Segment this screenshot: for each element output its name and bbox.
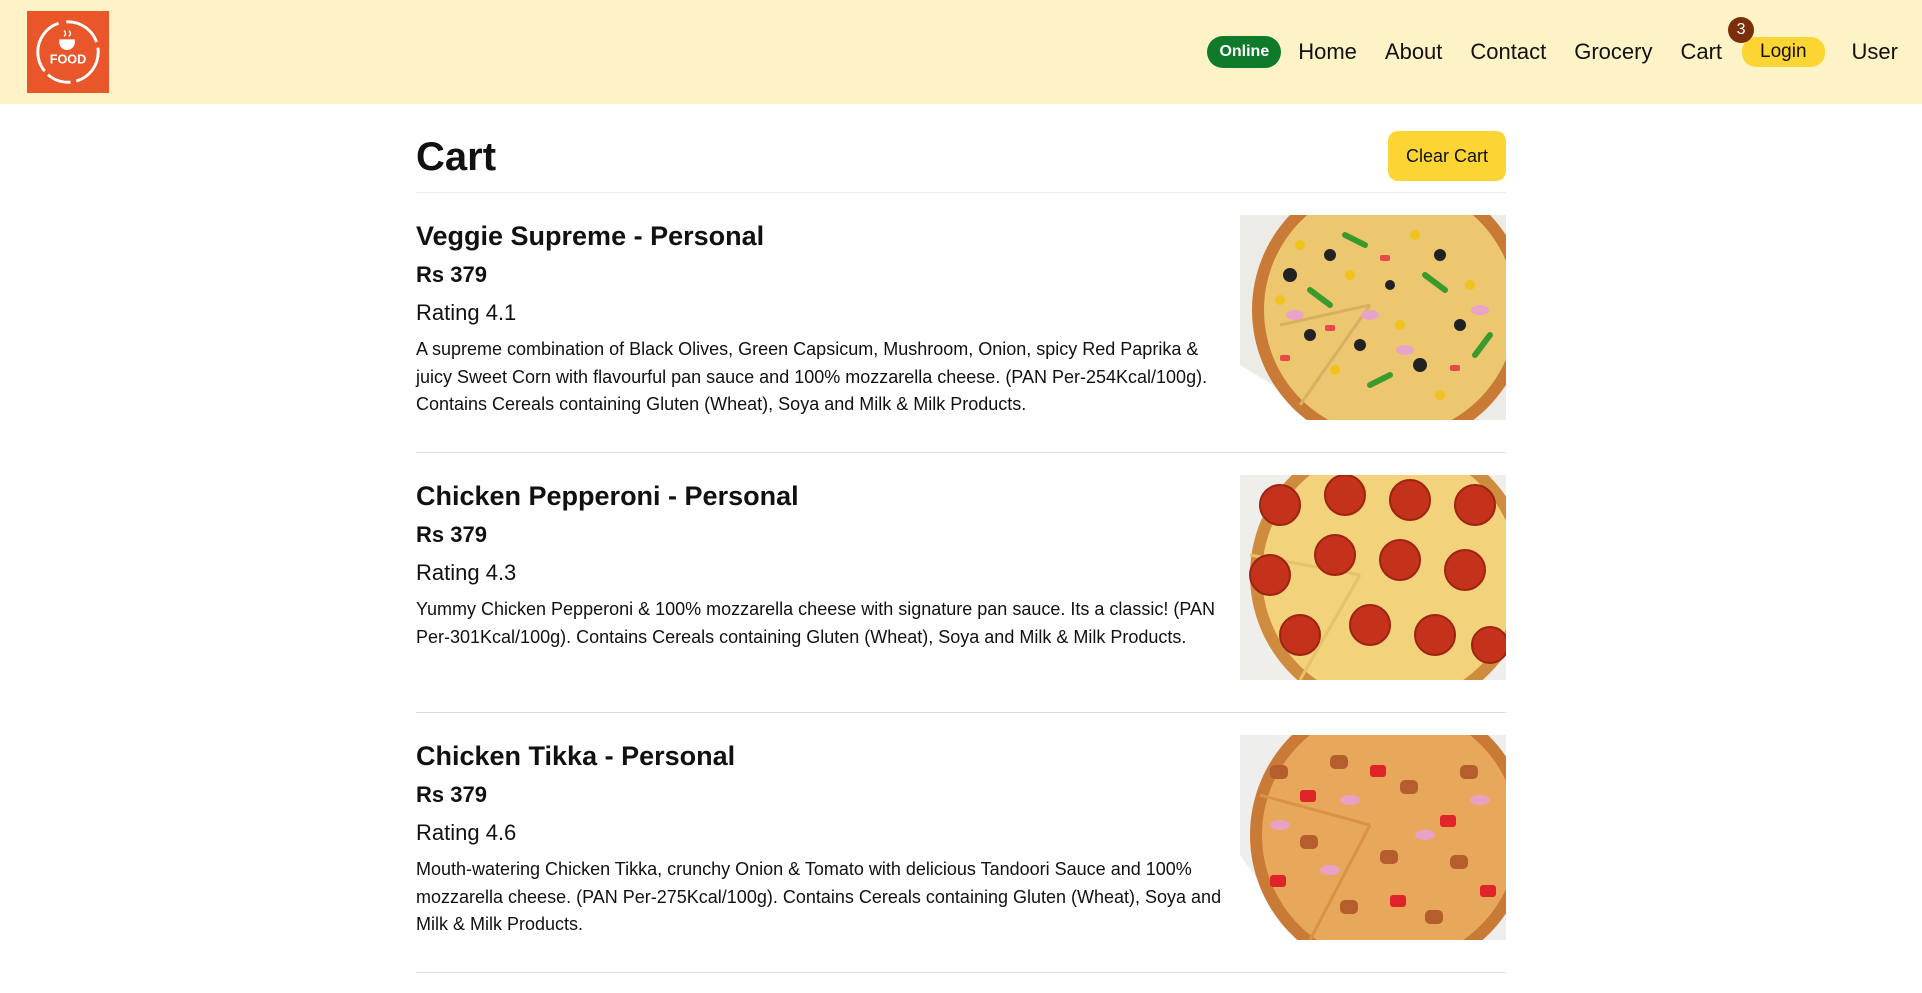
header: FOOD Online Home About Contact Grocery C… <box>0 0 1922 104</box>
nav-user[interactable]: User <box>1852 39 1898 65</box>
chicken-tikka-pizza-image <box>1240 735 1506 940</box>
item-rating: Rating 4.3 <box>416 560 517 585</box>
nav-cart-label: Cart <box>1680 39 1723 64</box>
cart-item: Chicken Pepperoni - Personal Rs 379 Rati… <box>416 453 1506 713</box>
veggie-supreme-pizza-image <box>1240 215 1506 420</box>
page-title: Cart <box>416 135 497 179</box>
cart-page: Cart Clear Cart Veggie Supreme - Persona… <box>416 104 1506 973</box>
nav-about[interactable]: About <box>1385 39 1443 65</box>
item-name: Chicken Tikka - Personal <box>416 741 736 771</box>
main-nav: Online Home About Contact Grocery Cart 3… <box>1207 0 1922 104</box>
nav-cart[interactable]: Cart 3 <box>1680 17 1755 65</box>
item-rating: Rating 4.1 <box>416 300 517 325</box>
svg-text:FOOD: FOOD <box>50 53 87 67</box>
online-status-badge: Online <box>1207 36 1282 68</box>
login-button[interactable]: Login <box>1742 37 1825 67</box>
nav-home[interactable]: Home <box>1298 39 1357 65</box>
cart-header: Cart Clear Cart <box>416 104 1506 193</box>
item-name: Veggie Supreme - Personal <box>416 221 765 251</box>
item-price: Rs 379 <box>416 782 487 807</box>
cart-item: Chicken Tikka - Personal Rs 379 Rating 4… <box>416 713 1506 973</box>
item-rating: Rating 4.6 <box>416 820 517 845</box>
item-price: Rs 379 <box>416 522 487 547</box>
clear-cart-button[interactable]: Clear Cart <box>1388 131 1506 181</box>
item-description: A supreme combination of Black Olives, G… <box>416 339 1208 414</box>
item-description: Yummy Chicken Pepperoni & 100% mozzarell… <box>416 599 1216 647</box>
item-name: Chicken Pepperoni - Personal <box>416 481 799 511</box>
veggie-supreme-pizza-photo <box>1240 215 1506 420</box>
nav-contact[interactable]: Contact <box>1470 39 1546 65</box>
food-logo-icon: FOOD <box>36 20 100 84</box>
item-description: Mouth-watering Chicken Tikka, crunchy On… <box>416 859 1222 934</box>
chicken-tikka-pizza-photo <box>1240 735 1506 940</box>
nav-grocery[interactable]: Grocery <box>1574 39 1652 65</box>
chicken-pepperoni-pizza-image <box>1240 475 1506 680</box>
item-price: Rs 379 <box>416 262 487 287</box>
food-logo[interactable]: FOOD <box>27 11 109 93</box>
cart-count-badge: 3 <box>1728 17 1755 43</box>
cart-item: Veggie Supreme - Personal Rs 379 Rating … <box>416 193 1506 453</box>
chicken-pepperoni-pizza-photo <box>1240 475 1506 680</box>
